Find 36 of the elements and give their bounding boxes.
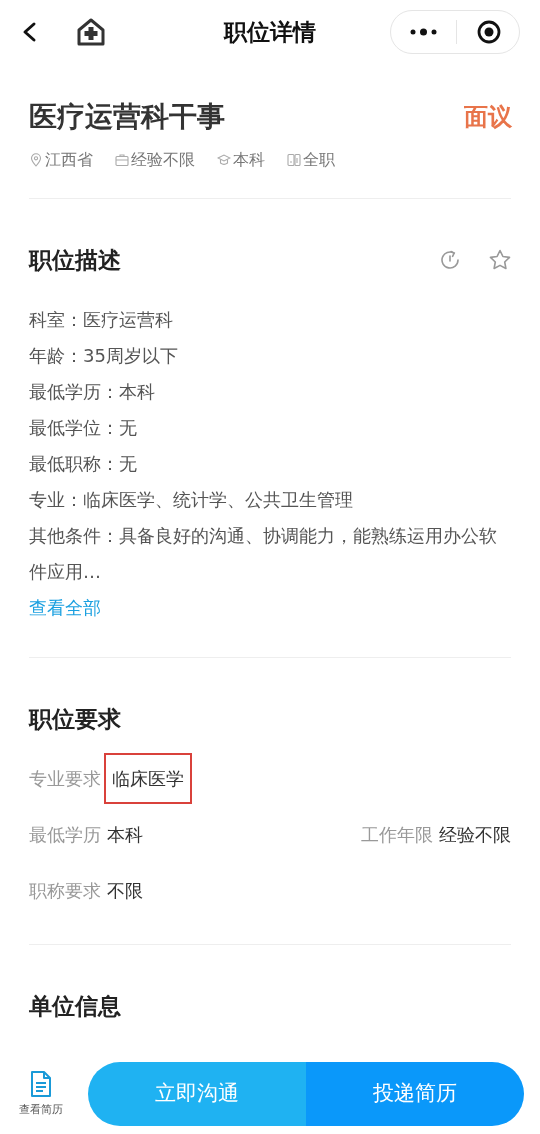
- highlighted-requirement-value: 临床医学: [104, 752, 192, 804]
- home-icon[interactable]: [77, 18, 105, 46]
- job-tag: 全职: [303, 148, 335, 172]
- description-line: 科室：医疗运营科: [29, 307, 174, 332]
- section-title: 单位信息: [29, 992, 122, 1021]
- apply-button[interactable]: 投递简历: [306, 1062, 524, 1126]
- requirement-value: 不限: [107, 878, 143, 903]
- section-title: 职位要求: [29, 704, 122, 734]
- job-tag: 本科: [233, 148, 265, 172]
- requirement-label: 专业要求: [29, 766, 101, 791]
- section-title: 职位描述: [29, 246, 121, 275]
- job-tag: 江西省: [45, 148, 93, 172]
- requirement-value: 经验不限: [439, 822, 511, 847]
- requirement-value: 本科: [107, 822, 143, 847]
- requirement-label: 最低学历: [29, 822, 101, 847]
- location-pin-icon: [29, 153, 43, 167]
- description-line: 其他条件：具备良好的沟通、协调能力，能熟练运用办公软件应用…: [29, 523, 498, 584]
- requirement-label: 职称要求: [29, 878, 101, 903]
- document-icon[interactable]: [29, 1069, 53, 1098]
- page-title: 职位详情: [224, 17, 316, 47]
- job-title: 医疗运营科干事: [29, 99, 225, 135]
- description-line: 最低学位：无: [29, 415, 138, 440]
- chat-button[interactable]: 立即沟通: [88, 1062, 306, 1126]
- description-line: 年龄：35周岁以下: [29, 343, 179, 368]
- close-target-icon[interactable]: [477, 20, 501, 44]
- salary: 面议: [464, 102, 512, 133]
- graduation-cap-icon: [217, 153, 231, 167]
- view-resume-label[interactable]: 查看简历: [19, 1101, 63, 1119]
- requirement-label: 工作年限: [361, 822, 433, 847]
- description-line: 最低学历：本科: [29, 379, 156, 404]
- view-all-link[interactable]: 查看全部: [29, 593, 101, 621]
- description-line: 专业：临床医学、统计学、公共卫生管理: [29, 487, 354, 512]
- id-card-icon: [287, 153, 301, 167]
- description-line: 最低职称：无: [29, 451, 138, 476]
- briefcase-icon: [115, 153, 129, 167]
- job-tag: 经验不限: [131, 148, 195, 172]
